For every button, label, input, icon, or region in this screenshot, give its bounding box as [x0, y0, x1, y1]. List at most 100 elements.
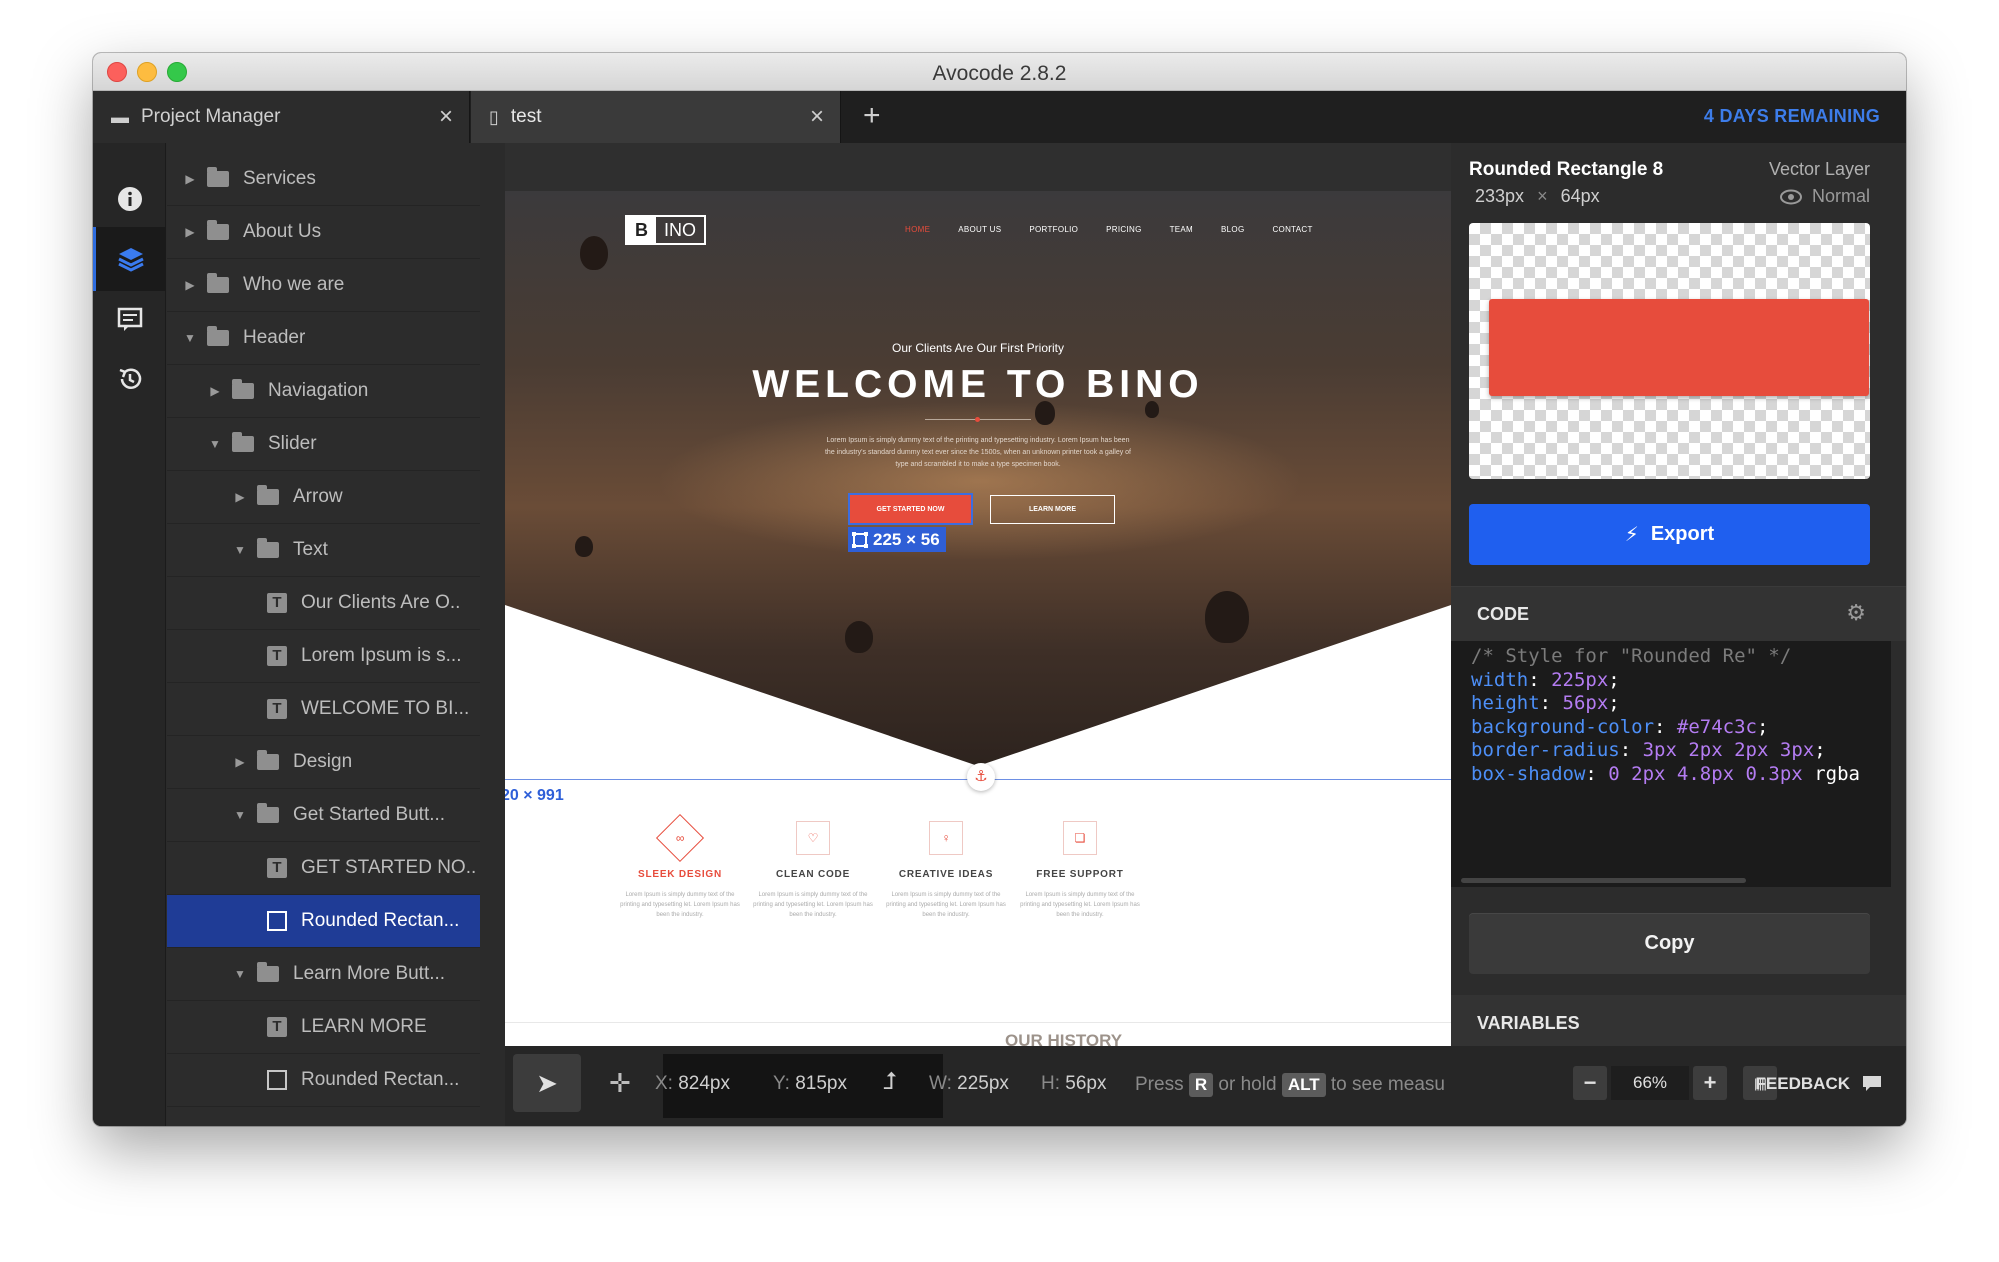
close-icon[interactable]: × [439, 103, 453, 131]
feature-text: Lorem Ipsum is simply dummy text of the … [620, 892, 740, 918]
copy-button[interactable]: Copy [1469, 913, 1870, 974]
vector-shape-icon [852, 531, 868, 548]
feature-title: CLEAN CODE [775, 869, 851, 880]
heart-icon: ♡ [796, 821, 830, 855]
learn-more-button-layer[interactable]: LEARN MORE [990, 495, 1115, 524]
chat-icon: ❏ [1063, 821, 1097, 855]
chevron-right-icon[interactable]: ▶ [208, 384, 222, 398]
layer-text[interactable]: T GET STARTED NO.. [167, 842, 480, 895]
layer-folder[interactable]: ▼ Header [167, 312, 480, 365]
layer-folder[interactable]: ▶ About Us [167, 206, 480, 259]
code-line: background-color: #e74c3c; [1471, 715, 1769, 738]
code-snippet[interactable]: /* Style for "Rounded Re" */width: 225px… [1451, 641, 1891, 887]
close-icon[interactable]: × [810, 103, 824, 131]
chevron-down-icon[interactable]: ▼ [208, 437, 222, 451]
measure-hint: Press R or hold ALT to see measu [1135, 1073, 1445, 1097]
info-icon[interactable] [93, 167, 166, 231]
folder-icon [232, 432, 254, 452]
hero-title: WELCOME TO BINO [752, 363, 1204, 406]
chevron-down-icon[interactable]: ▼ [233, 808, 247, 822]
chevron-right-icon[interactable]: ▶ [183, 172, 197, 186]
chevron-down-icon[interactable]: ▼ [183, 331, 197, 345]
layer-text[interactable]: T WELCOME TO BI... [167, 683, 480, 736]
layer-text[interactable]: T Lorem Ipsum is s... [167, 630, 480, 683]
layer-label: Our Clients Are O.. [301, 592, 461, 613]
chevron-right-icon[interactable]: ▶ [183, 225, 197, 239]
layer-type: Vector Layer [1768, 159, 1870, 179]
layer-folder[interactable]: ▶ Who we are [167, 259, 480, 312]
chevron-right-icon[interactable]: ▶ [233, 755, 247, 769]
trial-remaining-link[interactable]: 4 DAYS REMAINING [1704, 106, 1880, 127]
layer-folder[interactable]: ▼ Slider [167, 418, 480, 471]
layer-label: Text [293, 539, 328, 560]
code-scrollbar[interactable] [1461, 878, 1746, 883]
folder-icon [207, 220, 229, 240]
balloon-image [1205, 591, 1249, 643]
hero-glow [655, 401, 1305, 561]
hint-to-see: to see measu [1330, 1074, 1445, 1095]
layer-text[interactable]: T Our Clients Are O.. [167, 577, 480, 630]
design-canvas[interactable]: B INO HOME ABOUT US PORTFOLIO PRICING TE… [505, 143, 1451, 1046]
feature-title: SLEEK DESIGN [637, 869, 723, 880]
layer-label: Learn More Butt... [293, 963, 446, 984]
chevron-down-icon[interactable]: ▼ [233, 543, 247, 557]
window-title: Avocode 2.8.2 [932, 62, 1067, 85]
tab-label: Project Manager [141, 106, 281, 127]
divider-dot [975, 417, 980, 422]
chevron-down-icon[interactable]: ▼ [233, 967, 247, 981]
add-tab-icon[interactable]: + [863, 99, 881, 133]
layer-folder[interactable]: ▼ Get Started Butt... [167, 789, 480, 842]
lightbulb-icon: ♀ [929, 821, 963, 855]
crosshair-icon[interactable]: ✛ [609, 1068, 631, 1099]
variables-section-header[interactable]: VARIABLES [1451, 995, 1906, 1050]
layer-shape[interactable]: Rounded Rectan... [167, 1054, 480, 1107]
eye-icon[interactable] [1779, 189, 1802, 205]
layer-folder[interactable]: ▶ Arrow [167, 471, 480, 524]
layer-text[interactable]: T LEARN MORE [167, 1001, 480, 1054]
layer-folder[interactable]: ▼ Learn More Butt... [167, 948, 480, 1001]
export-button[interactable]: ⚡ Export [1469, 504, 1870, 565]
comments-icon[interactable] [93, 287, 166, 351]
layer-shape-selected[interactable]: Rounded Rectan... [167, 895, 480, 948]
layer-folder[interactable]: ▼ Text [167, 524, 480, 577]
layer-label: Rounded Rectan... [301, 1069, 460, 1090]
h-label: H: [1041, 1073, 1060, 1094]
zoom-out-button[interactable]: − [1573, 1066, 1607, 1100]
tab-project-manager[interactable]: ▬ Project Manager × [93, 91, 470, 143]
layer-label: About Us [243, 221, 322, 242]
nav-item-team: TEAM [1169, 225, 1194, 234]
feedback-button[interactable]: FEEDBACK [1756, 1074, 1882, 1094]
code-section-header: CODE ⚙ [1451, 586, 1906, 641]
history-heading: OUR HISTORY [1005, 1031, 1123, 1046]
layer-folder[interactable]: ▶ Services [167, 153, 480, 206]
layers-icon[interactable] [93, 227, 166, 291]
get-started-button-layer[interactable]: GET STARTED NOW [848, 493, 973, 525]
chevron-right-icon[interactable]: ▶ [233, 490, 247, 504]
y-value: 815px [795, 1073, 847, 1094]
folder-icon [207, 167, 229, 187]
select-tool-icon[interactable]: ➤ [513, 1054, 581, 1112]
zoom-in-button[interactable]: + [1693, 1066, 1727, 1100]
history-icon[interactable] [93, 347, 166, 411]
tab-test[interactable]: ▯ test × [471, 91, 841, 143]
section-divider [505, 1022, 1451, 1023]
x-readout: X: 824px [655, 1073, 730, 1095]
x-value: 824px [678, 1073, 731, 1094]
layer-folder[interactable]: ▶ Naviagation [167, 365, 480, 418]
layer-label: Arrow [293, 486, 343, 507]
hint-or-hold: or hold [1218, 1074, 1277, 1095]
feature-card: ♡ CLEAN CODE Lorem Ipsum is simply dummy… [738, 821, 888, 920]
code-end: ; [1814, 739, 1826, 761]
chevron-right-icon[interactable]: ▶ [183, 278, 197, 292]
layer-label: LEARN MORE [301, 1016, 427, 1037]
gear-icon[interactable]: ⚙ [1846, 600, 1866, 626]
export-label: Export [1650, 523, 1715, 545]
lightning-icon: ⚡ [1624, 524, 1639, 546]
layer-folder[interactable]: ▶ Design [167, 736, 480, 789]
code-value: 56px [1562, 692, 1609, 714]
zoom-level[interactable]: 66% [1611, 1066, 1689, 1100]
feature-title: FREE SUPPORT [1036, 869, 1124, 880]
layer-label: Header [243, 327, 306, 348]
code-value: 3px 2px 2px 3px [1642, 739, 1815, 761]
title-bar: Avocode 2.8.2 [93, 53, 1906, 91]
